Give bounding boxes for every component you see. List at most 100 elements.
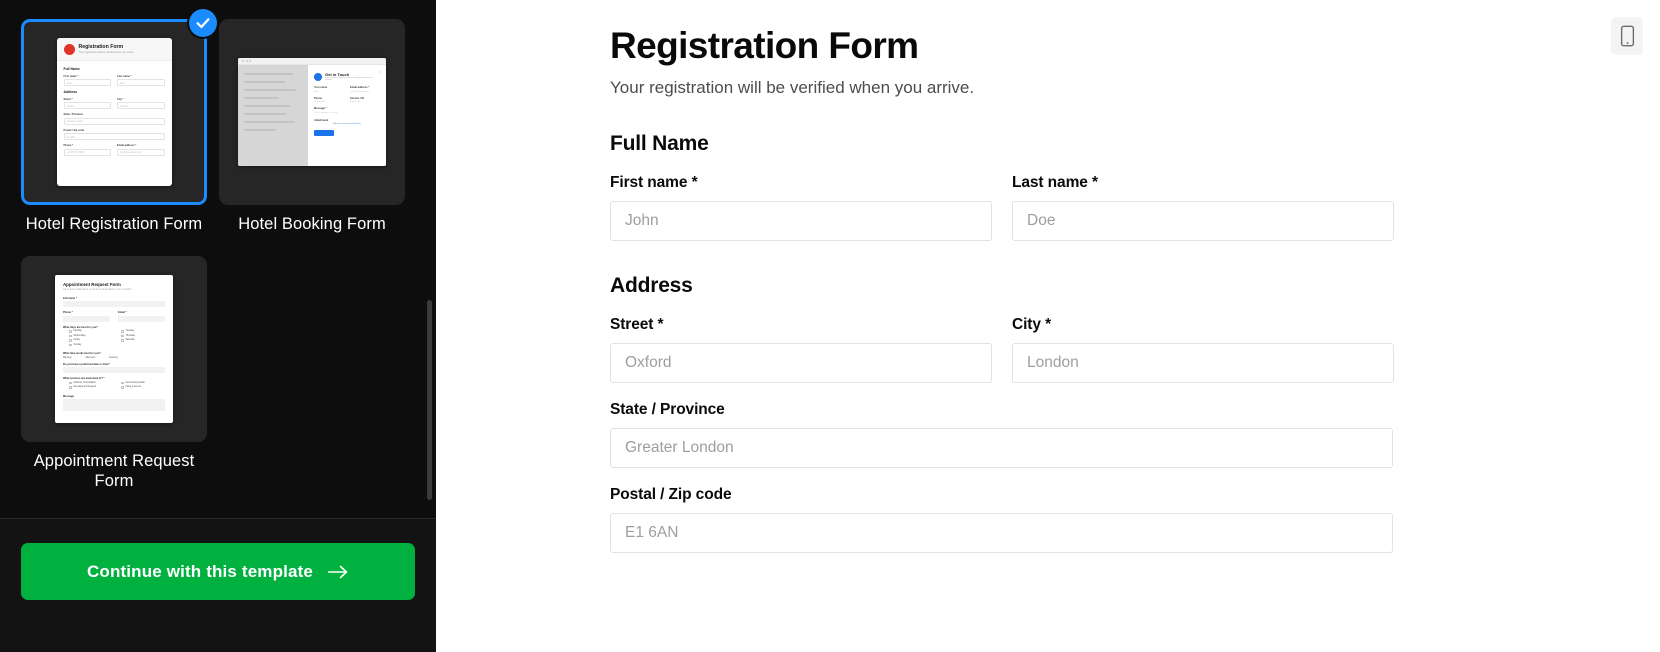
window-dot-icon bbox=[242, 60, 244, 62]
field-label-city: City * bbox=[1012, 316, 1052, 333]
selected-check-badge bbox=[189, 9, 217, 37]
preview-label: Email address * bbox=[350, 86, 370, 89]
window-dot-icon bbox=[245, 60, 248, 62]
template-name-hotel-registration-form: Hotel Registration Form bbox=[25, 215, 203, 233]
field-label-first-name: First name * bbox=[610, 174, 698, 191]
preview-option: Thursday bbox=[125, 334, 136, 337]
form-title: Registration Form bbox=[610, 25, 919, 66]
preview-row: Street * Oxford City * London bbox=[63, 97, 165, 109]
arrow-right-icon bbox=[327, 565, 348, 578]
preview-page-backdrop bbox=[238, 65, 308, 166]
preview-label: Full name * bbox=[63, 296, 77, 300]
preview-logo-icon bbox=[63, 44, 75, 55]
preview-title: Registration Form bbox=[78, 44, 124, 50]
preview-logo-icon bbox=[314, 72, 322, 81]
preview-body: Full Name First name * John Last name * Do… bbox=[57, 61, 172, 166]
field-row: First name * Last name * bbox=[610, 174, 1394, 241]
check-icon bbox=[196, 18, 210, 29]
template-list-scroll-area[interactable]: Registration Form Your registration will… bbox=[0, 0, 436, 518]
field-group-state-province: State / Province bbox=[610, 401, 1393, 468]
field-group-city: City * bbox=[1012, 316, 1394, 383]
preview-placeholder: Greater London bbox=[66, 120, 84, 124]
preview-option: Wednesday bbox=[73, 334, 86, 337]
preview-option: Sunday bbox=[73, 343, 82, 346]
appointment-form-preview: Appointment Request Form Let us know a l… bbox=[55, 275, 173, 423]
template-name-appointment-request-form: Appointment Request Form bbox=[33, 452, 195, 490]
window-dot-icon bbox=[249, 60, 252, 62]
template-card-hotel-booking-form[interactable]: × Get in Touch Let us know a little bit … bbox=[219, 19, 405, 234]
template-card-hotel-registration-form[interactable]: Registration Form Your registration will… bbox=[21, 9, 217, 234]
field-row: Street * City * bbox=[610, 316, 1394, 383]
last-name-input[interactable] bbox=[1012, 201, 1394, 241]
preview-label: Phone * bbox=[63, 311, 73, 314]
postal-zip-code-input[interactable] bbox=[610, 513, 1393, 553]
field-group-postal-zip-code: Postal / Zip code bbox=[610, 486, 1393, 553]
preview-option: Saturday bbox=[125, 339, 135, 342]
registration-form-preview: Registration Form Your registration will… bbox=[56, 38, 172, 186]
form-preview-canvas: Registration Form Your registration will… bbox=[436, 0, 1660, 652]
sidebar-scrollbar[interactable] bbox=[427, 300, 432, 500]
preview-upload-link: Upload or drag and drop files bbox=[332, 123, 362, 125]
template-thumbnail-hotel-registration-form[interactable]: Registration Form Your registration will… bbox=[21, 9, 217, 205]
field-row: State / Province bbox=[610, 401, 1394, 468]
preview-section-address: Address bbox=[63, 90, 78, 94]
preview-label: Phone * bbox=[63, 144, 74, 147]
preview-label: Street * bbox=[63, 97, 73, 101]
state-province-input[interactable] bbox=[610, 428, 1393, 468]
preview-option: Advisory Consultation bbox=[73, 381, 96, 384]
close-icon: × bbox=[378, 69, 381, 74]
preview-subtitle: Your registration will be verified when … bbox=[78, 51, 135, 54]
template-thumbnail-appointment-request-form[interactable]: Appointment Request Form Let us know a l… bbox=[21, 256, 207, 442]
preview-subtitle: Let us know a little bit and we will get… bbox=[324, 77, 373, 81]
preview-row: State / Province Greater London bbox=[63, 113, 165, 125]
preview-row: Postal / Zip code E1 6AN bbox=[63, 129, 165, 140]
form-body: Registration Form Your registration will… bbox=[436, 24, 1394, 553]
preview-label: Attachment bbox=[314, 118, 329, 122]
preview-content: × Get in Touch Let us know a little bit … bbox=[238, 65, 386, 166]
preview-option: Afternoon bbox=[85, 356, 96, 359]
preview-option: Development Request bbox=[73, 386, 97, 389]
preview-option: Evening bbox=[109, 356, 118, 359]
form-subtitle: Your registration will be verified when … bbox=[610, 78, 975, 97]
preview-label: Do you have a preferred date or time? bbox=[63, 362, 110, 366]
preview-label: City * bbox=[117, 97, 124, 101]
template-grid: Registration Form Your registration will… bbox=[0, 9, 420, 513]
city-input[interactable] bbox=[1012, 343, 1394, 383]
preview-option: Friday bbox=[73, 339, 80, 342]
template-thumbnail-hotel-booking-form[interactable]: × Get in Touch Let us know a little bit … bbox=[219, 19, 405, 205]
preview-placeholder: +1 234 567 8900 bbox=[66, 151, 85, 155]
preview-option: Filing a Service bbox=[125, 386, 142, 389]
preview-label: Your name bbox=[314, 86, 328, 89]
preview-option: Tuesday bbox=[125, 330, 135, 333]
preview-label: What time works best for you? bbox=[63, 352, 101, 355]
field-label-postal-zip-code: Postal / Zip code bbox=[610, 486, 732, 503]
preview-option: Monday bbox=[73, 330, 82, 333]
preview-modal: × Get in Touch Let us know a little bit … bbox=[308, 65, 386, 166]
template-picker-screen: Registration Form Your registration will… bbox=[0, 0, 1660, 652]
preview-label: Message * bbox=[314, 107, 327, 110]
preview-label: Email address * bbox=[117, 144, 137, 147]
preview-label: Service / ID bbox=[350, 96, 364, 100]
first-name-input[interactable] bbox=[610, 201, 992, 241]
continue-with-template-button[interactable]: Continue with this template bbox=[21, 543, 415, 600]
preview-placeholder: Oxford bbox=[66, 104, 74, 108]
section-heading-full-name: Full Name bbox=[610, 132, 709, 155]
preview-row: First name * John Last name * Doe bbox=[63, 74, 165, 86]
template-card-appointment-request-form[interactable]: Appointment Request Form Let us know a l… bbox=[21, 256, 207, 491]
street-input[interactable] bbox=[610, 343, 992, 383]
preview-placeholder: E1 6AN bbox=[66, 135, 75, 139]
preview-header: Registration Form Your registration will… bbox=[56, 38, 172, 61]
field-group-street: Street * bbox=[610, 316, 992, 383]
preview-label: What services are interested in? * bbox=[63, 377, 105, 380]
mobile-preview-toggle-button[interactable] bbox=[1611, 17, 1643, 55]
template-name-hotel-booking-form: Hotel Booking Form bbox=[238, 215, 386, 233]
template-sidebar: Registration Form Your registration will… bbox=[0, 0, 436, 652]
field-label-state-province: State / Province bbox=[610, 401, 725, 418]
preview-label: Phone bbox=[314, 96, 322, 100]
preview-browser-bar bbox=[238, 58, 386, 65]
preview-label: First name * bbox=[63, 74, 79, 78]
preview-label: Email * bbox=[118, 311, 127, 314]
preview-label: Last name * bbox=[117, 74, 132, 78]
preview-row: Phone * +1 234 567 8900 Email address * jo… bbox=[63, 144, 165, 156]
preview-placeholder: John bbox=[66, 81, 72, 85]
